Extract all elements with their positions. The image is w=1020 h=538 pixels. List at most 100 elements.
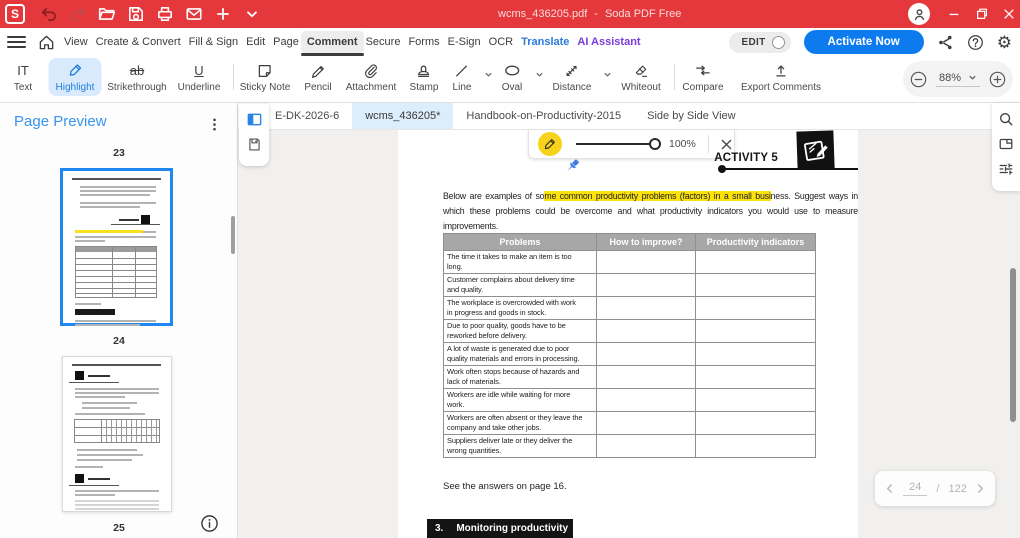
edit-toggle-knob[interactable] <box>771 35 785 49</box>
tool-text[interactable]: IT Text <box>7 58 39 96</box>
tab-handbook-on-productivity[interactable]: Handbook-on-Productivity-2015 <box>453 103 634 129</box>
undo-icon[interactable] <box>40 5 58 23</box>
problem-cell: Due to poor quality, goods have to be rew… <box>443 319 597 343</box>
menu-forms[interactable]: Forms <box>404 28 443 56</box>
strikethrough-icon: ab <box>129 63 145 78</box>
zoom-level[interactable]: 88% <box>939 72 961 84</box>
menu-create-convert[interactable]: Create & Convert <box>92 28 185 56</box>
table-header-problems: Problems <box>443 233 597 251</box>
menu-fill-sign[interactable]: Fill & Sign <box>185 28 243 56</box>
table-header-how-to-improve: How to improve? <box>596 233 696 251</box>
menu-ai-assistant[interactable]: AI Assistant <box>573 28 644 56</box>
next-page-icon[interactable] <box>976 483 985 494</box>
highlight-pen-icon <box>66 61 83 80</box>
table-row: Work often stops because of hazards and l… <box>443 365 816 389</box>
productivity-problems-table: Problems How to improve? Productivity in… <box>443 233 816 458</box>
opacity-slider[interactable] <box>576 138 661 150</box>
minimize-button[interactable] <box>941 0 967 28</box>
hamburger-menu-icon[interactable] <box>7 36 26 48</box>
sticky-note-icon <box>257 61 273 80</box>
home-icon[interactable] <box>38 34 55 51</box>
menu-comment[interactable]: Comment <box>300 28 364 56</box>
tool-attachment[interactable]: Attachment <box>339 58 404 96</box>
add-icon[interactable] <box>214 5 232 23</box>
open-file-icon[interactable] <box>98 5 116 23</box>
close-highlight-toolbar-icon[interactable] <box>720 138 733 151</box>
menu-ocr[interactable]: OCR <box>485 28 517 56</box>
pushpin-icon[interactable] <box>563 157 583 177</box>
activate-now-button[interactable]: Activate Now <box>803 30 924 54</box>
account-avatar[interactable] <box>908 3 930 25</box>
opacity-slider-knob[interactable] <box>649 138 661 150</box>
line-chevron-icon[interactable] <box>484 70 493 79</box>
help-icon[interactable] <box>967 34 984 51</box>
zoom-out-icon[interactable] <box>910 71 927 88</box>
save-icon[interactable] <box>127 5 145 23</box>
bookmark-save-icon[interactable] <box>247 137 262 152</box>
tool-whiteout[interactable]: Whiteout <box>614 58 667 96</box>
page-thumbnail-23[interactable] <box>60 168 173 326</box>
view-settings-sliders-icon[interactable] <box>998 161 1014 177</box>
tool-underline[interactable]: U Underline <box>171 58 228 96</box>
redo-icon[interactable] <box>69 5 87 23</box>
close-button[interactable] <box>996 0 1020 28</box>
tab-wcms-436205[interactable]: wcms_436205* <box>352 103 454 129</box>
activity-note-icon <box>796 130 835 170</box>
menu-edit[interactable]: Edit <box>242 28 269 56</box>
tool-distance[interactable]: Distance <box>546 58 599 96</box>
info-icon[interactable] <box>200 514 219 533</box>
zoom-in-icon[interactable] <box>989 71 1006 88</box>
tool-compare[interactable]: Compare <box>675 58 730 96</box>
side-panel-toggle-icon[interactable] <box>246 111 263 128</box>
page-navigation: 24 / 122 <box>875 471 995 506</box>
menu-translate[interactable]: Translate <box>517 28 573 56</box>
tool-oval[interactable]: Oval <box>495 58 530 96</box>
share-icon[interactable] <box>937 34 954 51</box>
prev-page-icon[interactable] <box>885 483 894 494</box>
tool-export-comments[interactable]: Export Comments <box>734 58 828 96</box>
highlighted-text: me common productivity problems (factors… <box>544 191 771 201</box>
search-icon[interactable] <box>998 111 1014 127</box>
menu-view[interactable]: View <box>60 28 92 56</box>
current-page-input[interactable]: 24 <box>903 481 928 496</box>
soda-pdf-window: S wcms_436205.pdf - Soda PDF Free View Cre… <box>0 0 1020 538</box>
tool-highlight[interactable]: Highlight <box>48 58 102 96</box>
view-tools-panel <box>239 104 269 166</box>
tool-sticky-note[interactable]: Sticky Note <box>233 58 298 96</box>
thumbnail-page-number: 24 <box>113 335 125 347</box>
menu-page[interactable]: Page <box>269 28 303 56</box>
titlebar-chevron-down-icon[interactable] <box>243 5 261 23</box>
document-scrollbar[interactable] <box>1010 268 1016 422</box>
settings-gear-icon[interactable]: ⚙ <box>997 34 1012 51</box>
highlighter-color-icon[interactable] <box>538 132 562 156</box>
page-layout-icon[interactable] <box>998 136 1014 152</box>
sidebar-scrollbar[interactable] <box>231 216 235 254</box>
print-icon[interactable] <box>156 5 174 23</box>
zoom-chevron-icon <box>969 75 976 80</box>
distance-icon <box>564 61 580 80</box>
tab-side-by-side-view[interactable]: Side by Side View <box>634 103 748 129</box>
page-preview-menu-icon[interactable] <box>206 116 222 132</box>
tool-pencil[interactable]: Pencil <box>297 58 338 96</box>
tool-stamp[interactable]: Stamp <box>403 58 446 96</box>
menu-secure[interactable]: Secure <box>362 28 405 56</box>
problem-cell: The time it takes to make an item is too… <box>443 250 597 274</box>
soda-logo[interactable]: S <box>5 4 25 24</box>
edit-toggle[interactable]: EDIT <box>728 31 791 53</box>
section-heading-bar: 3. Monitoring productivity <box>427 519 573 538</box>
productivity-indicator-cell <box>695 388 816 412</box>
title-bar: S wcms_436205.pdf - Soda PDF Free <box>0 0 1020 28</box>
tool-strikethrough[interactable]: ab Strikethrough <box>100 58 173 96</box>
problem-cell: A lot of waste is generated due to poor q… <box>443 342 597 366</box>
activity-underline <box>722 168 858 170</box>
email-icon[interactable] <box>185 5 203 23</box>
oval-chevron-icon[interactable] <box>535 70 544 79</box>
tab-e-dk-2026-6[interactable]: E-DK-2026-6 <box>262 103 352 129</box>
see-answers-note: See the answers on page 16. <box>443 481 567 492</box>
page-thumbnail-24[interactable] <box>62 356 172 512</box>
tool-line[interactable]: Line <box>446 58 479 96</box>
distance-chevron-icon[interactable] <box>603 70 612 79</box>
menu-esign[interactable]: E-Sign <box>444 28 485 56</box>
stamp-icon <box>416 61 432 80</box>
restore-button[interactable] <box>969 0 995 28</box>
